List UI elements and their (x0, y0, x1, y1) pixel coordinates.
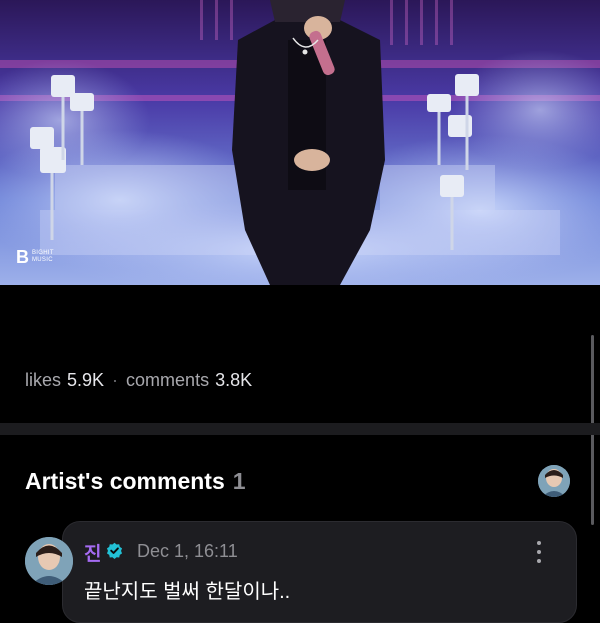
avatar-image (538, 465, 570, 497)
artist-comments-header: Artist's comments 1 (25, 468, 246, 495)
comments-count[interactable]: 3.8K (215, 370, 252, 391)
comment-author-avatar[interactable] (25, 537, 73, 585)
section-divider (0, 423, 600, 435)
watermark-line2: MUSIC (32, 257, 53, 263)
kebab-dot (537, 550, 541, 554)
comment-date: Dec 1, 16:11 (137, 541, 238, 561)
likes-count[interactable]: 5.9K (67, 370, 104, 391)
artist-avatar-small[interactable] (538, 465, 570, 497)
avatar-image (25, 537, 73, 585)
likes-label[interactable]: likes (25, 370, 61, 391)
comments-label[interactable]: comments (126, 370, 209, 391)
stats-separator: · (112, 370, 119, 390)
artist-comments-count: 1 (232, 468, 246, 494)
artist-comment-card[interactable] (62, 521, 577, 623)
kebab-dot (537, 559, 541, 563)
concert-stage-illustration (0, 0, 600, 285)
post-stats: likes 5.9K · comments 3.8K (25, 370, 252, 391)
post-photo[interactable]: B BIGHIT MUSIC (0, 0, 600, 285)
comment-author-name[interactable]: 진 (84, 539, 101, 566)
kebab-menu-icon[interactable] (530, 541, 548, 563)
watermark-line1: BIGHIT (32, 250, 54, 257)
watermark-text: BIGHIT MUSIC (32, 250, 54, 263)
verified-check-icon (106, 542, 123, 559)
bighit-logo-icon: B (16, 247, 29, 267)
kebab-dot (537, 541, 541, 545)
artist-comments-title: Artist's comments (25, 468, 225, 494)
bighit-music-watermark: B BIGHIT MUSIC (16, 248, 54, 266)
